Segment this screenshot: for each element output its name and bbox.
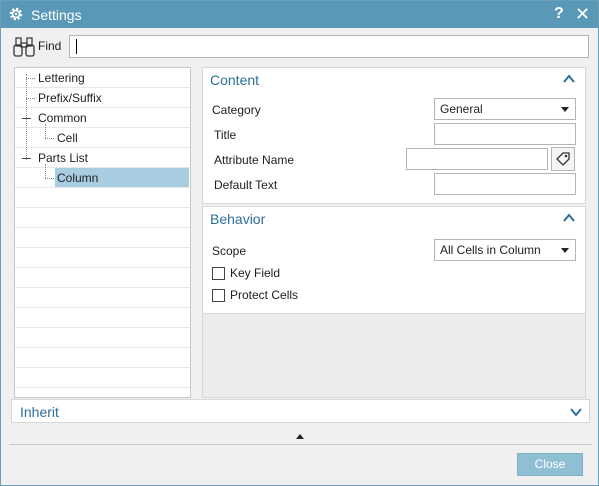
behavior-section: Behavior Scope All Cells in Column Key F… — [202, 206, 586, 314]
attribute-name-label: Attribute Name — [214, 153, 295, 167]
collapse-parts-list-icon[interactable] — [22, 158, 31, 159]
tree-item-parts-list[interactable]: Parts List — [15, 148, 190, 168]
tree-item-label: Lettering — [38, 71, 85, 85]
scope-select[interactable]: All Cells in Column — [434, 239, 576, 261]
tree-item-lettering[interactable]: Lettering — [15, 68, 190, 88]
content-section: Content Category General Title Attribute… — [202, 67, 586, 204]
dropdown-arrow-icon — [561, 248, 569, 253]
binoculars-icon[interactable] — [12, 36, 36, 58]
tree-connector — [26, 98, 35, 99]
help-button[interactable]: ? — [554, 5, 564, 23]
tree-item-label: Common — [38, 111, 87, 125]
attribute-picker-button[interactable] — [551, 147, 575, 171]
tree-empty-row — [15, 348, 190, 368]
tree-empty-row — [15, 188, 190, 208]
tree-item-label: Parts List — [38, 151, 89, 165]
content-section-header[interactable]: Content — [203, 68, 585, 93]
empty-panel-area — [202, 314, 586, 398]
tree-empty-row — [15, 328, 190, 348]
category-select[interactable]: General — [434, 98, 576, 120]
tag-icon — [556, 152, 570, 166]
tree-connector — [45, 164, 46, 178]
title-bar: Settings ? ✕ — [1, 1, 598, 28]
scope-value: All Cells in Column — [440, 243, 541, 257]
content-section-title: Content — [210, 72, 260, 88]
find-input[interactable] — [69, 35, 589, 58]
footer-divider — [9, 444, 592, 445]
tree-connector — [45, 178, 54, 179]
title-label: Title — [214, 128, 237, 142]
gear-icon — [9, 7, 23, 21]
tree-connector — [45, 124, 46, 138]
title-field[interactable] — [434, 123, 576, 145]
inherit-section-header[interactable]: Inherit — [11, 399, 590, 423]
key-field-checkbox[interactable] — [212, 267, 225, 280]
tree-empty-row — [15, 208, 190, 228]
tree-item-common[interactable]: Common — [15, 108, 190, 128]
chevron-down-icon[interactable] — [570, 407, 582, 417]
scope-label: Scope — [212, 244, 247, 258]
default-text-label: Default Text — [214, 178, 278, 192]
protect-cells-checkbox[interactable] — [212, 289, 225, 302]
find-label: Find — [38, 39, 62, 53]
tree-connector — [26, 78, 35, 79]
tree-empty-row — [15, 368, 190, 388]
tree-connector — [26, 74, 27, 160]
tree-empty-row — [15, 308, 190, 328]
expand-more-icon[interactable] — [296, 434, 304, 439]
behavior-section-title: Behavior — [210, 211, 266, 227]
collapse-common-icon[interactable] — [22, 118, 31, 119]
tree-item-label: Column — [57, 171, 99, 185]
dropdown-arrow-icon — [561, 107, 569, 112]
tree-item-label: Cell — [57, 131, 78, 145]
tree-empty-row — [15, 248, 190, 268]
tree-item-column[interactable]: Column — [15, 168, 190, 188]
chevron-up-icon[interactable] — [563, 74, 575, 84]
tree-item-prefix-suffix[interactable]: Prefix/Suffix — [15, 88, 190, 108]
behavior-section-header[interactable]: Behavior — [203, 207, 585, 232]
chevron-up-icon[interactable] — [563, 213, 575, 223]
tree-item-label: Prefix/Suffix — [38, 91, 102, 105]
category-value: General — [440, 102, 483, 116]
close-button[interactable]: Close — [517, 453, 583, 476]
inherit-section-title: Inherit — [20, 404, 59, 420]
tree-empty-row — [15, 268, 190, 288]
tree-connector — [45, 138, 54, 139]
close-window-button[interactable]: ✕ — [575, 4, 590, 25]
attribute-name-field[interactable] — [406, 148, 548, 170]
settings-dialog: Settings ? ✕ Find Lettering Prefix/Suffi… — [0, 0, 599, 486]
tree-item-cell[interactable]: Cell — [15, 128, 190, 148]
window-title: Settings — [31, 7, 82, 23]
text-caret — [76, 39, 77, 54]
settings-tree[interactable]: Lettering Prefix/Suffix Common Cell Part… — [14, 67, 191, 398]
default-text-field[interactable] — [434, 173, 576, 195]
protect-cells-label: Protect Cells — [230, 288, 299, 302]
tree-empty-row — [15, 228, 190, 248]
tree-empty-row — [15, 288, 190, 308]
category-label: Category — [212, 103, 261, 117]
key-field-label: Key Field — [230, 266, 281, 280]
